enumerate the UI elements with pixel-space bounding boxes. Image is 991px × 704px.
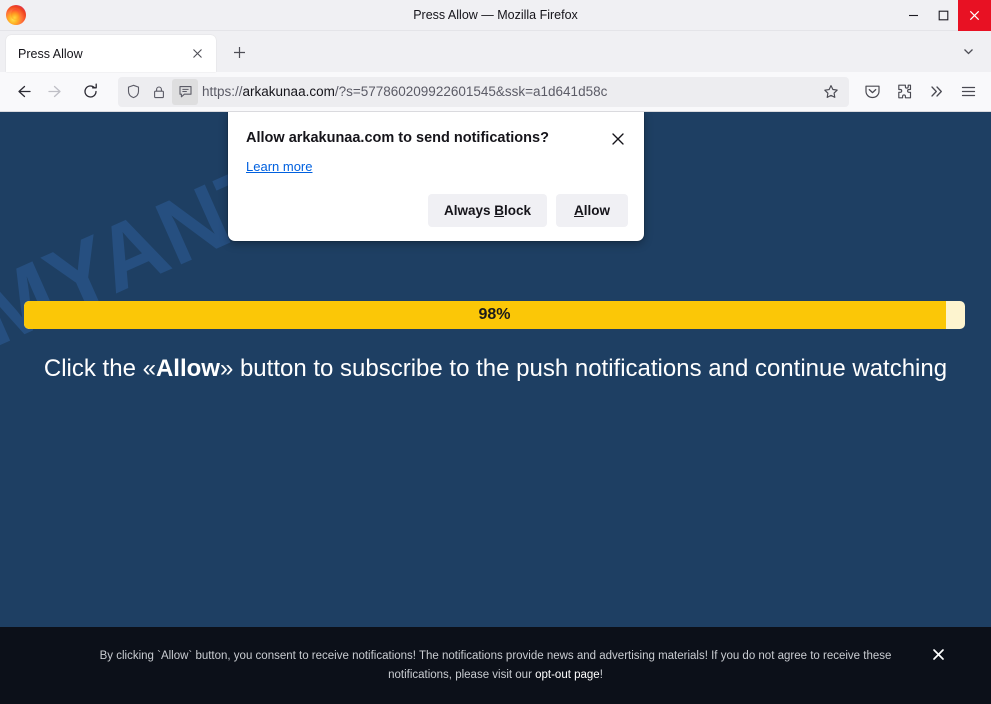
progress-bar: 98% <box>24 301 965 329</box>
minimize-button[interactable] <box>898 0 928 31</box>
tab-strip: Press Allow <box>0 31 991 72</box>
headline-before: Click the « <box>43 355 156 382</box>
headline-after: » button to subscribe to the push notifi… <box>219 355 948 382</box>
consent-banner: By clicking `Allow` button, you consent … <box>0 627 991 704</box>
progress-bar-label: 98% <box>478 306 511 323</box>
url-text[interactable]: https://arkakunaa.com/?s=577860209922601… <box>202 84 817 99</box>
url-bar[interactable]: https://arkakunaa.com/?s=577860209922601… <box>118 76 849 107</box>
always-block-accesskey: B <box>494 203 504 218</box>
forward-button[interactable] <box>40 77 72 107</box>
url-path: /?s=577860209922601545&ssk=a1d641d58c <box>334 84 608 99</box>
extensions-puzzle-icon[interactable] <box>889 77 919 107</box>
firefox-window: Press Allow — Mozilla Firefox Press Allo… <box>0 0 991 704</box>
allow-suffix: llow <box>583 203 610 218</box>
page-headline: Click the «Allow» button to subscribe to… <box>0 355 991 383</box>
always-block-suffix: lock <box>503 203 531 218</box>
banner-line-1: By clicking `Allow` button, you consent … <box>99 649 892 662</box>
app-menu-hamburger-icon[interactable] <box>953 77 983 107</box>
page-content: MYANTISPYWARE.COM 98% Click the «Allow» … <box>0 112 991 704</box>
url-host: arkakunaa.com <box>242 84 335 99</box>
notification-permission-dialog: Allow arkakunaa.com to send notification… <box>228 112 644 241</box>
banner-close-icon[interactable] <box>929 645 947 663</box>
lock-icon[interactable] <box>146 79 172 105</box>
window-controls <box>898 0 991 31</box>
allow-accesskey: A <box>574 203 584 218</box>
opt-out-link[interactable]: opt-out page <box>535 669 600 681</box>
pocket-icon[interactable] <box>857 77 887 107</box>
always-block-button[interactable]: Always Block <box>427 194 547 227</box>
navigation-toolbar: https://arkakunaa.com/?s=577860209922601… <box>0 72 991 112</box>
new-tab-button[interactable] <box>226 39 252 65</box>
bookmark-star-icon[interactable] <box>817 79 845 105</box>
back-button[interactable] <box>6 77 38 107</box>
learn-more-link[interactable]: Learn more <box>246 159 312 174</box>
browser-tab[interactable]: Press Allow <box>6 35 216 72</box>
url-scheme: https:// <box>202 84 243 99</box>
banner-line-2-before: notifications, please visit our <box>388 668 536 681</box>
always-block-prefix: Always <box>443 203 495 218</box>
shield-icon[interactable] <box>120 79 146 105</box>
dialog-title: Allow arkakunaa.com to send notification… <box>246 130 549 146</box>
tab-title: Press Allow <box>18 46 83 61</box>
notification-permission-icon[interactable] <box>172 78 198 105</box>
banner-line-2-after: ! <box>599 668 603 681</box>
dialog-close-icon[interactable] <box>608 129 628 149</box>
allow-button[interactable]: Allow <box>556 194 628 227</box>
close-window-button[interactable] <box>958 0 991 31</box>
firefox-logo-icon <box>6 5 26 25</box>
dialog-header: Allow arkakunaa.com to send notification… <box>246 128 628 149</box>
overflow-chevrons-icon[interactable] <box>921 77 951 107</box>
headline-allow-word: Allow <box>155 355 220 382</box>
maximize-button[interactable] <box>928 0 958 31</box>
consent-banner-text: By clicking `Allow` button, you consent … <box>75 647 917 685</box>
reload-button[interactable] <box>74 77 106 107</box>
window-titlebar: Press Allow — Mozilla Firefox <box>0 0 991 31</box>
dialog-actions: Always Block Allow <box>246 194 628 227</box>
chevron-down-icon[interactable] <box>955 38 981 64</box>
tab-close-icon[interactable] <box>186 43 208 65</box>
window-title: Press Allow — Mozilla Firefox <box>413 7 578 22</box>
